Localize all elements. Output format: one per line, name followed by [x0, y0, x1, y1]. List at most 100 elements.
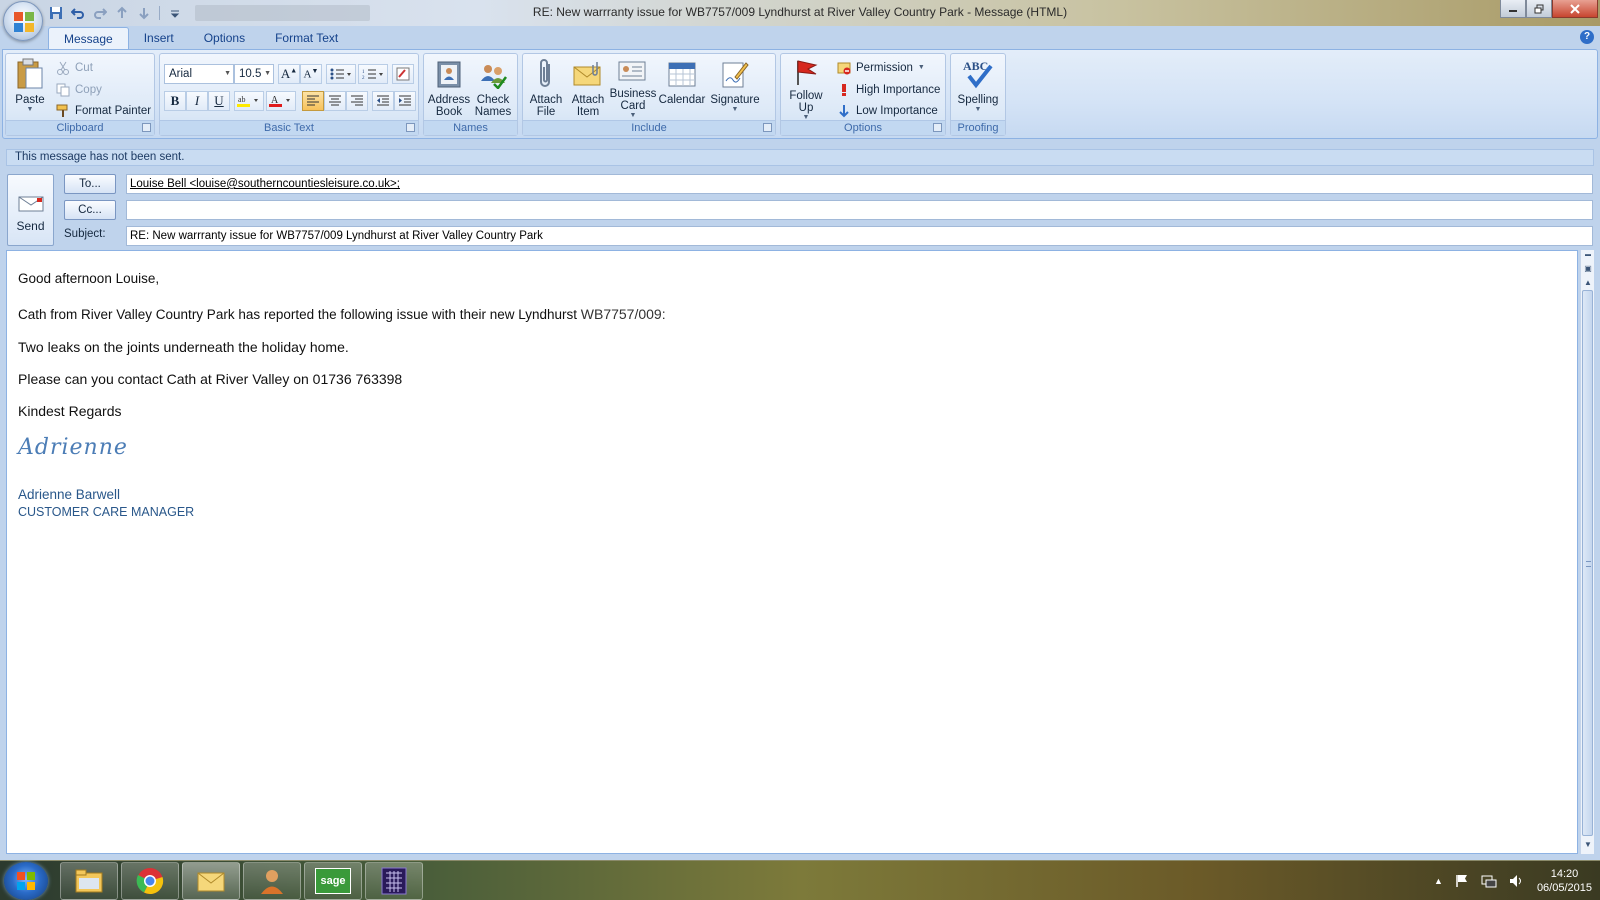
- vertical-scrollbar[interactable]: ▬ ▣ ▲ ▼: [1580, 250, 1594, 854]
- tab-options[interactable]: Options: [189, 27, 260, 49]
- align-right-button[interactable]: [346, 91, 368, 111]
- minimize-button[interactable]: [1500, 0, 1526, 18]
- taskbar-contacts[interactable]: [243, 862, 301, 900]
- taskbar-outlook[interactable]: [182, 862, 240, 900]
- font-size-value: 10.5: [239, 68, 262, 80]
- cut-button[interactable]: Cut: [56, 57, 93, 78]
- align-left-button[interactable]: [302, 91, 324, 111]
- follow-up-label-2: Up: [798, 102, 814, 114]
- to-recipient[interactable]: Louise Bell <louise@southerncountiesleis…: [130, 178, 400, 190]
- business-card-dropdown-icon[interactable]: ▼: [630, 112, 637, 119]
- include-group-label: Include: [523, 120, 775, 135]
- permission-dropdown-icon: ▼: [917, 64, 925, 71]
- close-icon: [1570, 3, 1580, 14]
- taskbar-explorer[interactable]: [60, 862, 118, 900]
- save-icon[interactable]: [46, 3, 66, 23]
- signature-name: Adrienne Barwell: [18, 487, 121, 502]
- spelling-button[interactable]: ABC Spelling ▼: [954, 57, 1002, 119]
- font-size-combo[interactable]: 10.5 ▼: [234, 64, 274, 84]
- customize-qat-icon[interactable]: [165, 3, 185, 23]
- italic-button[interactable]: I: [186, 91, 208, 111]
- start-button[interactable]: [4, 862, 48, 900]
- tab-format-text[interactable]: Format Text: [260, 27, 353, 49]
- numbering-button[interactable]: 12: [358, 64, 388, 84]
- clear-formatting-icon: [396, 67, 410, 81]
- subject-field[interactable]: RE: New warrranty issue for WB7757/009 L…: [126, 226, 1593, 246]
- paste-dropdown-icon[interactable]: ▼: [27, 106, 34, 113]
- undo-icon[interactable]: [68, 3, 88, 23]
- options-dialog-launcher[interactable]: [933, 123, 942, 132]
- tab-message[interactable]: Message: [48, 27, 129, 49]
- signature-button[interactable]: Signature ▼: [707, 57, 763, 119]
- redo-icon[interactable]: [90, 3, 110, 23]
- view-ruler-icon[interactable]: ▣: [1581, 262, 1595, 276]
- model-number: WB7757/009:: [580, 306, 666, 322]
- to-button[interactable]: To...: [64, 174, 116, 194]
- basic-text-dialog-launcher[interactable]: [406, 123, 415, 132]
- business-card-button[interactable]: Business Card ▼: [609, 57, 657, 119]
- attach-file-label-2: File: [536, 106, 556, 118]
- clock[interactable]: 14:20 06/05/2015: [1537, 867, 1592, 895]
- underline-button[interactable]: U: [208, 91, 230, 111]
- align-center-button[interactable]: [324, 91, 346, 111]
- calendar-button[interactable]: Calendar: [657, 57, 707, 119]
- permission-button[interactable]: Permission ▼: [837, 57, 925, 78]
- decrease-indent-button[interactable]: [372, 91, 394, 111]
- clear-formatting-button[interactable]: [392, 64, 414, 84]
- action-center-flag-icon[interactable]: [1455, 874, 1469, 888]
- scroll-thumb[interactable]: [1582, 290, 1593, 836]
- spelling-dropdown-icon[interactable]: ▼: [975, 106, 982, 113]
- font-name-combo[interactable]: Arial ▼: [164, 64, 234, 84]
- volume-icon[interactable]: [1509, 874, 1525, 888]
- format-painter-button[interactable]: Format Painter: [56, 100, 151, 121]
- increase-indent-button[interactable]: [394, 91, 416, 111]
- attach-item-button[interactable]: Attach Item: [567, 57, 609, 119]
- show-hidden-icons-icon[interactable]: ▲: [1434, 876, 1443, 886]
- svg-text:ABC: ABC: [963, 59, 988, 73]
- signature-dropdown-icon[interactable]: ▼: [732, 106, 739, 113]
- arrow-down-icon[interactable]: [134, 3, 154, 23]
- clipboard-dialog-launcher[interactable]: [142, 123, 151, 132]
- office-button[interactable]: [3, 1, 43, 41]
- restore-button[interactable]: [1526, 0, 1552, 18]
- shrink-font-button[interactable]: A▼: [300, 64, 322, 84]
- taskbar-calculator[interactable]: [365, 862, 423, 900]
- copy-label: Copy: [75, 83, 102, 96]
- highlight-button[interactable]: ab: [234, 91, 264, 111]
- address-book-label-1: Address: [427, 94, 471, 106]
- send-button[interactable]: Send: [7, 174, 54, 246]
- grow-font-button[interactable]: A▲: [278, 64, 300, 84]
- to-field[interactable]: Louise Bell <louise@southerncountiesleis…: [126, 174, 1593, 194]
- send-label: Send: [16, 219, 45, 233]
- scroll-up-icon[interactable]: ▲: [1581, 276, 1595, 290]
- arrow-up-icon[interactable]: [112, 3, 132, 23]
- scroll-down-icon[interactable]: ▼: [1581, 838, 1595, 852]
- taskbar-sage[interactable]: sage: [304, 862, 362, 900]
- low-importance-button[interactable]: Low Importance: [837, 100, 938, 121]
- attach-file-button[interactable]: Attach File: [525, 57, 567, 119]
- body-line-4: Kindest Regards: [18, 403, 122, 419]
- down-arrow-icon: [839, 104, 849, 117]
- bullets-button[interactable]: [326, 64, 356, 84]
- check-names-button[interactable]: Check Names: [471, 57, 515, 119]
- network-icon[interactable]: [1481, 874, 1497, 888]
- close-button[interactable]: [1552, 0, 1598, 18]
- cc-field[interactable]: [126, 200, 1593, 220]
- tab-insert[interactable]: Insert: [129, 27, 189, 49]
- cc-button[interactable]: Cc...: [64, 200, 116, 220]
- ruler-toggle-icon[interactable]: ▬: [1581, 250, 1595, 262]
- paste-button[interactable]: Paste ▼: [10, 57, 50, 119]
- high-importance-button[interactable]: High Importance: [837, 79, 940, 100]
- follow-up-button[interactable]: Follow Up ▼: [783, 57, 829, 121]
- help-icon[interactable]: ?: [1580, 30, 1594, 44]
- address-book-button[interactable]: Address Book: [427, 57, 471, 119]
- copy-button[interactable]: Copy: [56, 79, 102, 100]
- clipboard-group: Paste ▼ Cut Copy Format Painter Clipboar…: [5, 53, 155, 136]
- font-color-button[interactable]: A: [266, 91, 296, 111]
- taskbar-chrome[interactable]: [121, 862, 179, 900]
- include-dialog-launcher[interactable]: [763, 123, 772, 132]
- background-window-tab: [195, 5, 370, 21]
- message-body[interactable]: Good afternoon Louise, Cath from River V…: [6, 250, 1578, 854]
- bold-button[interactable]: B: [164, 91, 186, 111]
- flag-icon: [792, 57, 820, 87]
